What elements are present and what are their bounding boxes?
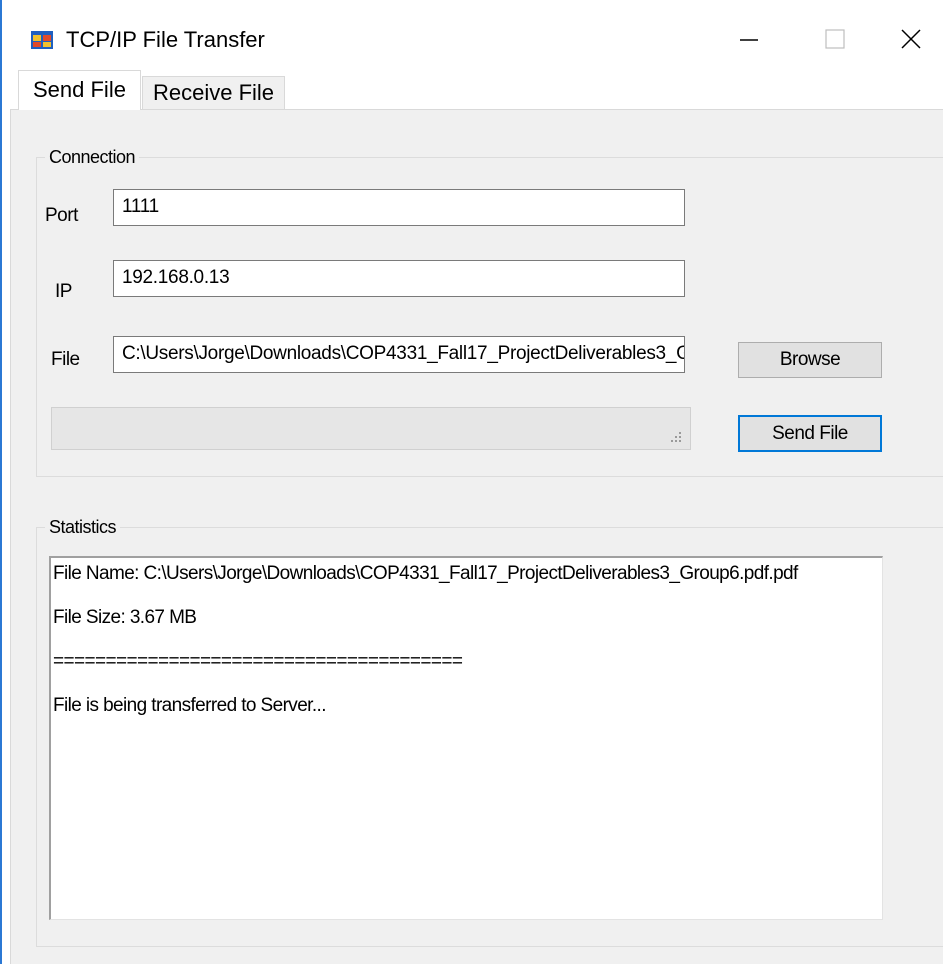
connection-legend: Connection xyxy=(45,144,140,170)
minimize-icon xyxy=(740,39,758,41)
stat-file-name: File Name: C:\Users\Jorge\Downloads\COP4… xyxy=(53,563,798,584)
close-icon xyxy=(901,29,921,49)
tab-send-file[interactable]: Send File xyxy=(18,70,141,110)
tab-strip: Send File Receive File xyxy=(10,70,943,110)
statistics-legend: Statistics xyxy=(45,514,121,540)
app-icon xyxy=(31,31,53,49)
port-input[interactable]: 1111 xyxy=(113,189,685,226)
resize-grip-icon xyxy=(671,432,681,442)
ip-label: IP xyxy=(55,281,72,302)
send-file-page: Connection Port 1111 IP 192.168.0.13 Fil… xyxy=(10,110,943,964)
stat-separator: ======================================= xyxy=(53,651,463,672)
file-label: File xyxy=(51,349,80,370)
stat-status: File is being transferred to Server... xyxy=(53,695,326,716)
transfer-progress-bar xyxy=(51,407,691,450)
title-bar[interactable]: TCP/IP File Transfer xyxy=(2,0,943,80)
send-file-button[interactable]: Send File xyxy=(738,415,882,452)
close-button[interactable] xyxy=(880,18,940,62)
file-path-input[interactable]: C:\Users\Jorge\Downloads\COP4331_Fall17_… xyxy=(113,336,685,373)
statistics-log[interactable]: File Name: C:\Users\Jorge\Downloads\COP4… xyxy=(49,556,883,920)
window-title: TCP/IP File Transfer xyxy=(66,27,265,52)
minimize-button[interactable] xyxy=(720,18,780,62)
window-border xyxy=(0,0,2,964)
browse-button[interactable]: Browse xyxy=(738,342,882,378)
maximize-button[interactable] xyxy=(808,18,868,62)
ip-input[interactable]: 192.168.0.13 xyxy=(113,260,685,297)
stat-file-size: File Size: 3.67 MB xyxy=(53,607,197,628)
port-label: Port xyxy=(45,205,78,226)
tab-receive-file[interactable]: Receive File xyxy=(142,76,286,110)
maximize-icon xyxy=(825,29,845,49)
